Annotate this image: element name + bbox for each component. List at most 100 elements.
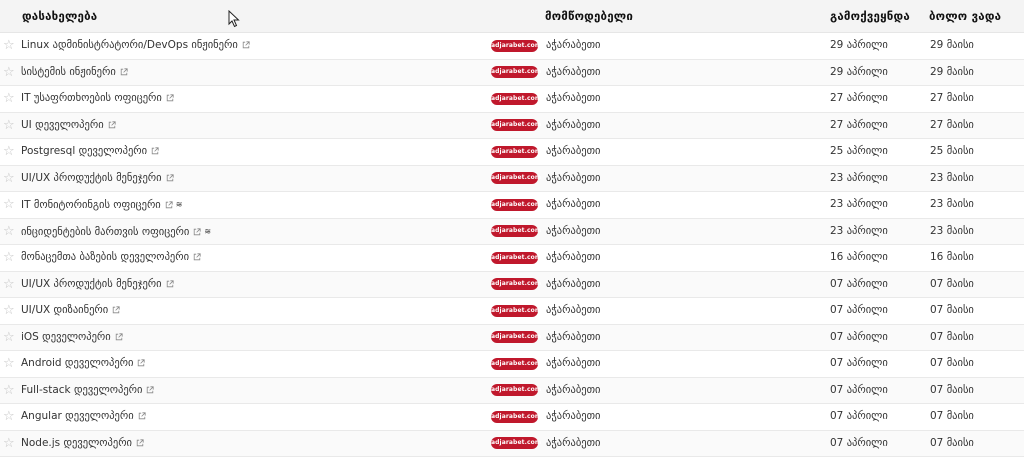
job-title-text[interactable]: ინციდენტების მართვის ოფიცერი xyxy=(21,226,189,238)
job-title-link[interactable]: UI/UX პროდუქტის მენეჯერი xyxy=(21,166,177,192)
favorite-star-icon[interactable]: ☆ xyxy=(3,33,15,59)
external-link-icon[interactable] xyxy=(115,332,123,341)
job-title-text[interactable]: Linux ადმინისტრატორი/DevOps ინჟინერი xyxy=(21,39,238,51)
external-link-icon[interactable] xyxy=(112,306,120,314)
company-name[interactable]: აჭარაბეთი xyxy=(546,33,600,59)
column-header-title[interactable]: დასახელება xyxy=(22,0,97,32)
company-name[interactable]: აჭარაბეთი xyxy=(546,404,600,430)
job-title-link[interactable]: UI დეველოპერი xyxy=(21,113,119,139)
favorite-star-icon[interactable]: ☆ xyxy=(3,298,15,324)
job-title-link[interactable]: UI/UX პროდუქტის მენეჯერი xyxy=(21,272,177,298)
job-title-text[interactable]: მონაცემთა ბაზების დეველოპერი xyxy=(21,251,189,263)
favorite-star-icon[interactable]: ☆ xyxy=(3,272,15,298)
favorite-star-icon[interactable]: ☆ xyxy=(3,325,15,351)
external-link-icon[interactable] xyxy=(166,94,174,102)
company-name[interactable]: აჭარაბეთი xyxy=(546,86,600,112)
company-name[interactable]: აჭარაბეთი xyxy=(546,272,600,298)
job-title-link[interactable]: ინციდენტების მართვის ოფიცერი ≋ xyxy=(21,219,211,245)
job-title-link[interactable]: Angular დეველოპერი xyxy=(21,404,149,430)
job-title-link[interactable]: Node.js დეველოპერი xyxy=(21,431,147,457)
company-name[interactable]: აჭარაბეთი xyxy=(546,245,600,271)
external-link-icon[interactable] xyxy=(165,201,173,209)
favorite-star-icon[interactable]: ☆ xyxy=(3,431,15,457)
job-title-text[interactable]: Android დეველოპერი xyxy=(21,357,133,369)
job-title-text[interactable]: IT უსაფრთხოების ოფიცერი xyxy=(21,92,162,104)
external-link-icon[interactable] xyxy=(137,359,146,367)
favorite-star-icon[interactable]: ☆ xyxy=(3,351,15,377)
favorite-star-icon[interactable]: ☆ xyxy=(3,219,15,245)
company-name[interactable]: აჭარაბეთი xyxy=(546,192,600,218)
company-logo[interactable]: adjarabet.com xyxy=(491,251,541,264)
company-logo[interactable]: adjarabet.com xyxy=(491,331,541,343)
job-title-link[interactable]: IT უსაფრთხოების ოფიცერი xyxy=(21,86,177,112)
job-title-text[interactable]: IT მონიტორინგის ოფიცერი xyxy=(21,199,161,211)
job-title-link[interactable]: მონაცემთა ბაზების დეველოპერი xyxy=(21,245,204,271)
company-name[interactable]: აჭარაბეთი xyxy=(546,298,600,324)
favorite-star-icon[interactable]: ☆ xyxy=(3,139,15,165)
job-title-text[interactable]: UI დეველოპერი xyxy=(21,119,104,131)
external-link-icon[interactable] xyxy=(108,120,116,129)
favorite-star-icon[interactable]: ☆ xyxy=(3,166,15,192)
job-title-link[interactable]: Android დეველოპერი xyxy=(21,351,148,377)
external-link-icon[interactable] xyxy=(166,279,174,288)
job-title-link[interactable]: Full-stack დეველოპერი xyxy=(21,378,157,404)
external-link-icon[interactable] xyxy=(242,41,250,49)
company-logo[interactable]: adjarabet.com xyxy=(491,278,541,290)
company-name[interactable]: აჭარაბეთი xyxy=(546,351,600,377)
job-title-link[interactable]: Linux ადმინისტრატორი/DevOps ინჟინერი xyxy=(21,33,253,59)
job-title-text[interactable]: Postgresql დეველოპერი xyxy=(21,145,147,157)
favorite-star-icon[interactable]: ☆ xyxy=(3,245,15,271)
job-title-link[interactable]: UI/UX დიზაინერი xyxy=(21,298,123,324)
external-link-icon[interactable] xyxy=(146,385,155,394)
company-name[interactable]: აჭარაბეთი xyxy=(546,431,600,457)
external-link-icon[interactable] xyxy=(193,227,201,236)
company-logo[interactable]: adjarabet.com xyxy=(491,172,541,184)
favorite-star-icon[interactable]: ☆ xyxy=(3,86,15,112)
company-logo[interactable]: adjarabet.com xyxy=(491,357,541,370)
favorite-star-icon[interactable]: ☆ xyxy=(3,192,15,218)
favorite-star-icon[interactable]: ☆ xyxy=(3,113,15,139)
job-title-link[interactable]: iOS დეველოპერი xyxy=(21,325,126,351)
company-name[interactable]: აჭარაბეთი xyxy=(546,166,600,192)
job-title-link[interactable]: IT მონიტორინგის ოფიცერი ≋ xyxy=(21,192,182,218)
column-header-deadline[interactable]: ბოლო ვადა xyxy=(929,0,1001,32)
job-title-link[interactable]: სისტემის ინჟინერი xyxy=(21,60,131,86)
column-header-published[interactable]: გამოქვეყნდა xyxy=(830,0,910,32)
favorite-star-icon[interactable]: ☆ xyxy=(3,378,15,404)
company-logo[interactable]: adjarabet.com xyxy=(491,145,541,158)
company-logo[interactable]: adjarabet.com xyxy=(491,92,541,105)
company-logo[interactable]: adjarabet.com xyxy=(491,225,541,237)
job-title-link[interactable]: Postgresql დეველოპერი xyxy=(21,139,162,165)
company-logo[interactable]: adjarabet.com xyxy=(491,384,541,396)
job-title-text[interactable]: UI/UX პროდუქტის მენეჯერი xyxy=(21,278,162,290)
job-title-text[interactable]: სისტემის ინჟინერი xyxy=(21,66,116,78)
job-title-text[interactable]: Full-stack დეველოპერი xyxy=(21,384,142,396)
external-link-icon[interactable] xyxy=(120,67,128,76)
company-name[interactable]: აჭარაბეთი xyxy=(546,219,600,245)
column-header-company[interactable]: მომწოდებელი xyxy=(545,0,633,32)
job-title-text[interactable]: UI/UX დიზაინერი xyxy=(21,304,108,316)
external-link-icon[interactable] xyxy=(136,438,144,447)
company-name[interactable]: აჭარაბეთი xyxy=(546,60,600,86)
external-link-icon[interactable] xyxy=(151,147,159,155)
company-logo[interactable]: adjarabet.com xyxy=(491,119,541,131)
company-logo[interactable]: adjarabet.com xyxy=(491,437,541,449)
company-name[interactable]: აჭარაბეთი xyxy=(546,325,600,351)
job-title-text[interactable]: Node.js დეველოპერი xyxy=(21,437,132,449)
company-name[interactable]: აჭარაბეთი xyxy=(546,139,600,165)
company-logo[interactable]: adjarabet.com xyxy=(491,198,541,211)
favorite-star-icon[interactable]: ☆ xyxy=(3,60,15,86)
job-title-text[interactable]: UI/UX პროდუქტის მენეჯერი xyxy=(21,172,162,184)
company-logo[interactable]: adjarabet.com xyxy=(491,304,541,317)
company-name[interactable]: აჭარაბეთი xyxy=(546,378,600,404)
job-title-text[interactable]: iOS დეველოპერი xyxy=(21,331,111,343)
company-name[interactable]: აჭარაბეთი xyxy=(546,113,600,139)
favorite-star-icon[interactable]: ☆ xyxy=(3,404,15,430)
company-logo[interactable]: adjarabet.com xyxy=(491,410,541,423)
job-title-text[interactable]: Angular დეველოპერი xyxy=(21,410,134,422)
company-logo[interactable]: adjarabet.com xyxy=(491,66,541,78)
external-link-icon[interactable] xyxy=(166,173,174,182)
external-link-icon[interactable] xyxy=(193,253,201,261)
external-link-icon[interactable] xyxy=(138,412,146,420)
company-logo[interactable]: adjarabet.com xyxy=(491,39,541,52)
